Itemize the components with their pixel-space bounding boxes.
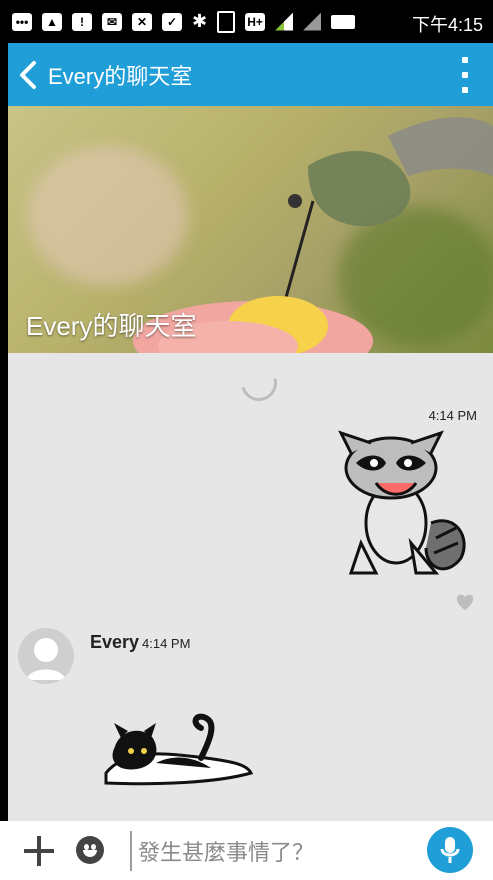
chevron-left-icon <box>20 60 36 89</box>
emoji-button[interactable] <box>76 836 104 864</box>
checkbox-icon: ✓ <box>162 12 182 31</box>
warning-icon: ! <box>72 12 92 31</box>
status-bar: ••• ▲ ! ✉ ✕ ✓ ✱ H+ 下午4:15 <box>0 0 493 43</box>
missed-call-icon: ✕ <box>132 12 152 31</box>
vibrate-icon <box>217 10 236 33</box>
message-input-bar: 發生甚麼事情了？ <box>0 821 493 880</box>
network-type-icon: H+ <box>245 12 266 31</box>
smiley-mouth-icon <box>83 850 97 857</box>
back-button[interactable] <box>8 43 48 106</box>
message-time: 4:14 PM <box>142 636 191 651</box>
avatar[interactable] <box>18 628 74 684</box>
add-attachment-button[interactable] <box>22 834 56 868</box>
voice-input-button[interactable] <box>427 827 473 873</box>
overflow-menu-button[interactable] <box>455 57 475 93</box>
signal-2-icon <box>303 12 322 31</box>
battery-icon <box>331 14 356 29</box>
menu-dot-icon <box>462 72 468 78</box>
person-icon <box>26 638 66 680</box>
raccoon-sticker[interactable] <box>336 428 476 578</box>
menu-dot-icon <box>462 87 468 93</box>
cover-title: Every的聊天室 <box>26 311 197 341</box>
app-bar: Every的聊天室 <box>8 43 493 106</box>
status-time: 下午4:15 <box>411 15 483 35</box>
message-time: 4:14 PM <box>428 408 477 423</box>
image-notification-icon: ▲ <box>42 12 62 31</box>
page-title: Every的聊天室 <box>48 63 193 89</box>
status-icons: ••• ▲ ! ✉ ✕ ✓ ✱ H+ <box>0 10 356 33</box>
chat-notification-icon: ••• <box>12 12 32 31</box>
menu-dot-icon <box>462 57 468 63</box>
signal-icon <box>275 12 294 31</box>
cat-sticker[interactable] <box>96 713 256 793</box>
mail-icon: ✉ <box>102 12 122 31</box>
cover-image: Every的聊天室 <box>8 106 493 353</box>
bluetooth-icon: ✱ <box>192 11 208 31</box>
message-input[interactable]: 發生甚麼事情了？ <box>130 831 428 871</box>
chat-area[interactable]: 4:14 PM Every 4:14 PM <box>8 353 493 821</box>
message-sender: Every <box>90 632 140 652</box>
like-heart-icon[interactable] <box>455 593 475 611</box>
loading-spinner-icon <box>234 358 284 408</box>
microphone-icon <box>440 837 460 863</box>
